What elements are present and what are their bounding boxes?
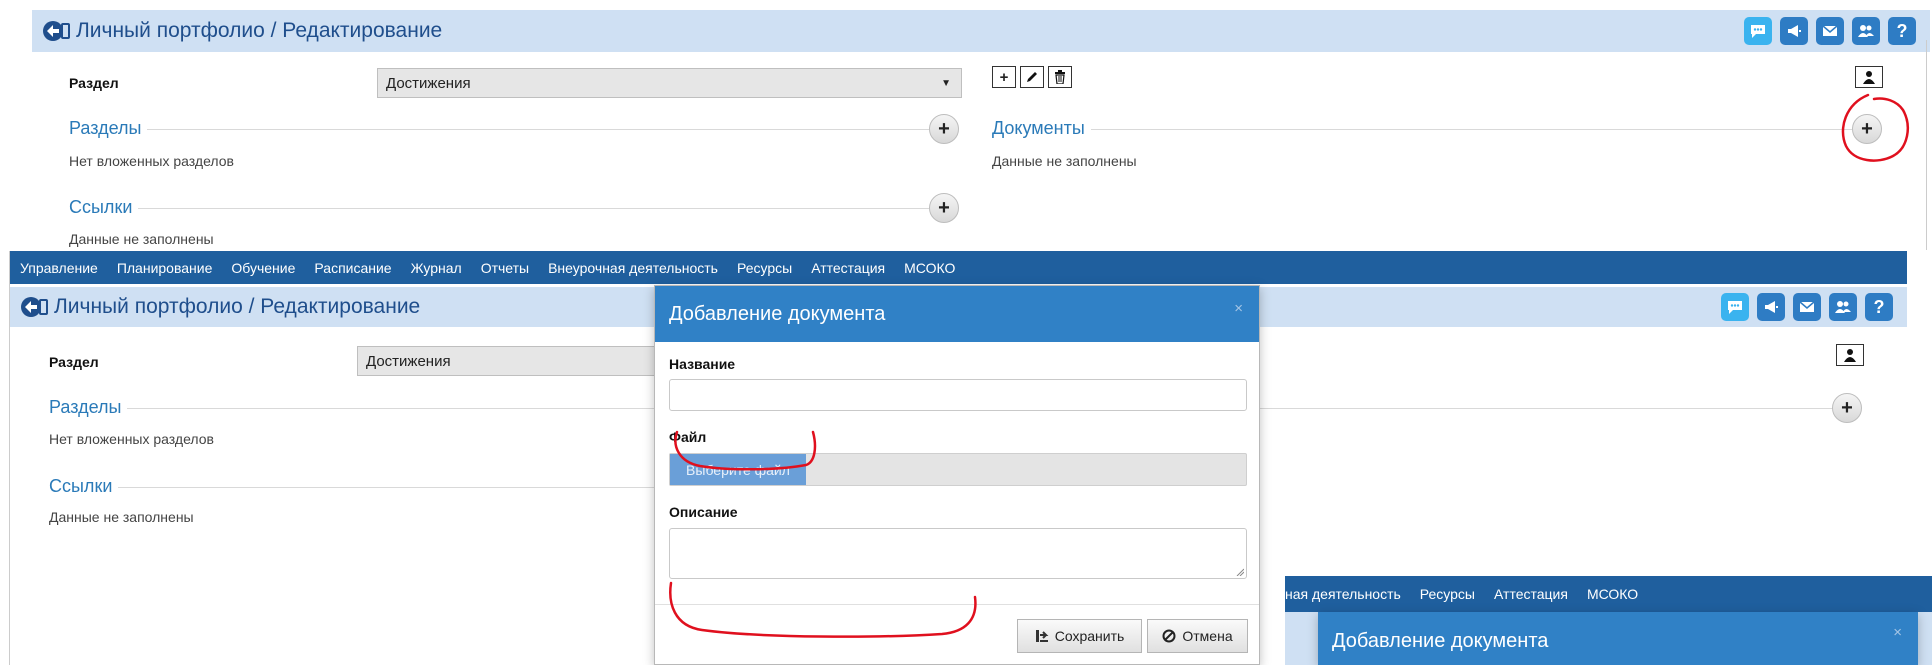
nav-item-raspisanie[interactable]: Расписание <box>314 260 391 276</box>
page-title-2: Личный портфолио / Редактирование <box>54 295 421 318</box>
modal-header: Добавление документа × <box>655 286 1259 342</box>
add-section-button[interactable]: + <box>992 66 1016 88</box>
save-button[interactable]: Сохранить <box>1017 619 1142 653</box>
chat-icon[interactable] <box>1744 17 1772 45</box>
razdely-title-2: Разделы <box>49 397 128 418</box>
ssylki-divider <box>69 208 929 209</box>
section-select-value-2: Достижения <box>366 353 451 370</box>
section-label-2: Раздел <box>49 354 99 370</box>
resize-handle-icon[interactable] <box>1236 568 1244 576</box>
dokumenty-divider <box>992 129 1852 130</box>
cancel-icon <box>1162 629 1176 643</box>
save-icon <box>1035 630 1049 642</box>
right-edge-line <box>1926 40 1927 250</box>
header-icons: ? <box>1744 17 1916 45</box>
mail-icon[interactable] <box>1816 17 1844 45</box>
file-label: Файл <box>669 429 707 445</box>
person-icon <box>1863 71 1875 84</box>
edit-section-button[interactable] <box>1020 66 1044 88</box>
partial-nav-item-attestaciya[interactable]: Аттестация <box>1494 586 1568 602</box>
add-document-modal: Добавление документа × Название Файл Выб… <box>654 285 1260 665</box>
plus-icon: + <box>938 117 950 140</box>
close-icon[interactable]: × <box>1234 300 1243 317</box>
choose-file-button[interactable]: Выберите файл <box>670 454 806 485</box>
pencil-icon <box>1027 72 1037 82</box>
back-icon[interactable] <box>20 296 48 318</box>
chat-icon[interactable] <box>1721 293 1749 321</box>
save-button-label: Сохранить <box>1054 628 1125 644</box>
razdely-empty-text: Нет вложенных разделов <box>69 153 234 169</box>
person-icon <box>1844 349 1856 362</box>
nav-item-attestaciya[interactable]: Аттестация <box>811 260 885 276</box>
partial-nav-item-resursy[interactable]: Ресурсы <box>1420 586 1475 602</box>
partial-nav: ная деятельность Ресурсы Аттестация МСОК… <box>1285 576 1932 612</box>
caret-down-icon: ▼ <box>941 78 951 89</box>
megaphone-icon[interactable] <box>1757 293 1785 321</box>
description-label: Описание <box>669 504 738 520</box>
nav-item-otchety[interactable]: Отчеты <box>481 260 529 276</box>
partial-nav-item-vneurochnaya[interactable]: ная деятельность <box>1285 586 1401 602</box>
nav-item-msoko[interactable]: МСОКО <box>904 260 955 276</box>
add-razdel-button-2[interactable]: + <box>1832 393 1862 423</box>
modal-header-2: Добавление документа × <box>1318 612 1918 665</box>
add-ssylka-button[interactable]: + <box>929 193 959 223</box>
close-icon[interactable]: × <box>1893 624 1902 641</box>
razdely-title: Разделы <box>69 118 148 139</box>
section-label: Раздел <box>69 75 119 91</box>
users-icon[interactable] <box>1829 293 1857 321</box>
ssylki-divider-2 <box>49 487 669 488</box>
description-textarea[interactable] <box>669 528 1247 579</box>
modal-title-2: Добавление документа <box>1332 630 1549 652</box>
plus-icon: + <box>938 196 950 219</box>
page-title: Личный портфолио / Редактирование <box>76 19 443 42</box>
razdely-divider <box>69 129 929 130</box>
name-input[interactable] <box>669 379 1247 411</box>
users-icon[interactable] <box>1852 17 1880 45</box>
section-select[interactable]: Достижения ▼ <box>377 68 962 98</box>
dokumenty-title: Документы <box>992 118 1091 139</box>
megaphone-icon[interactable] <box>1780 17 1808 45</box>
nav-item-planirovanie[interactable]: Планирование <box>117 260 213 276</box>
delete-section-button[interactable] <box>1048 66 1072 88</box>
section-select-value: Достижения <box>386 75 471 92</box>
main-nav: Управление Планирование Обучение Расписа… <box>10 251 1907 284</box>
nav-item-zhurnal[interactable]: Журнал <box>411 260 462 276</box>
nav-item-vneurochnaya[interactable]: Внеурочная деятельность <box>548 260 718 276</box>
help-icon[interactable]: ? <box>1865 293 1893 321</box>
left-edge-line <box>9 251 10 665</box>
name-label: Название <box>669 356 736 372</box>
nav-item-upravlenie[interactable]: Управление <box>20 260 98 276</box>
cancel-button-label: Отмена <box>1182 628 1233 644</box>
plus-icon: + <box>999 68 1009 86</box>
person-button[interactable] <box>1855 66 1883 88</box>
plus-icon: + <box>1861 117 1873 140</box>
nav-item-resursy[interactable]: Ресурсы <box>737 260 792 276</box>
trash-icon <box>1055 70 1065 84</box>
ssylki-title-2: Ссылки <box>49 476 119 497</box>
person-button-2[interactable] <box>1836 344 1864 366</box>
modal-title: Добавление документа <box>669 303 886 325</box>
header-icons-2: ? <box>1721 293 1893 321</box>
ssylki-empty-text-2: Данные не заполнены <box>49 509 194 525</box>
add-document-modal-2: Добавление документа × <box>1318 612 1918 665</box>
add-document-button[interactable]: + <box>1852 114 1882 144</box>
nav-item-obuchenie[interactable]: Обучение <box>231 260 295 276</box>
page-header: Личный портфолио / Редактирование ? <box>32 10 1930 52</box>
modal-footer-divider <box>655 604 1259 605</box>
partial-nav-item-msoko[interactable]: МСОКО <box>1587 586 1638 602</box>
help-icon[interactable]: ? <box>1888 17 1916 45</box>
add-razdel-button[interactable]: + <box>929 114 959 144</box>
ssylki-title: Ссылки <box>69 197 139 218</box>
ssylki-empty-text: Данные не заполнены <box>69 231 214 247</box>
dokumenty-empty-text: Данные не заполнены <box>992 153 1137 169</box>
mail-icon[interactable] <box>1793 293 1821 321</box>
razdely-empty-text-2: Нет вложенных разделов <box>49 431 214 447</box>
back-icon[interactable] <box>42 20 70 42</box>
plus-icon: + <box>1841 396 1853 419</box>
cancel-button[interactable]: Отмена <box>1147 619 1248 653</box>
section-select-2[interactable]: Достижения <box>357 346 677 376</box>
file-field[interactable]: Выберите файл <box>669 453 1247 486</box>
